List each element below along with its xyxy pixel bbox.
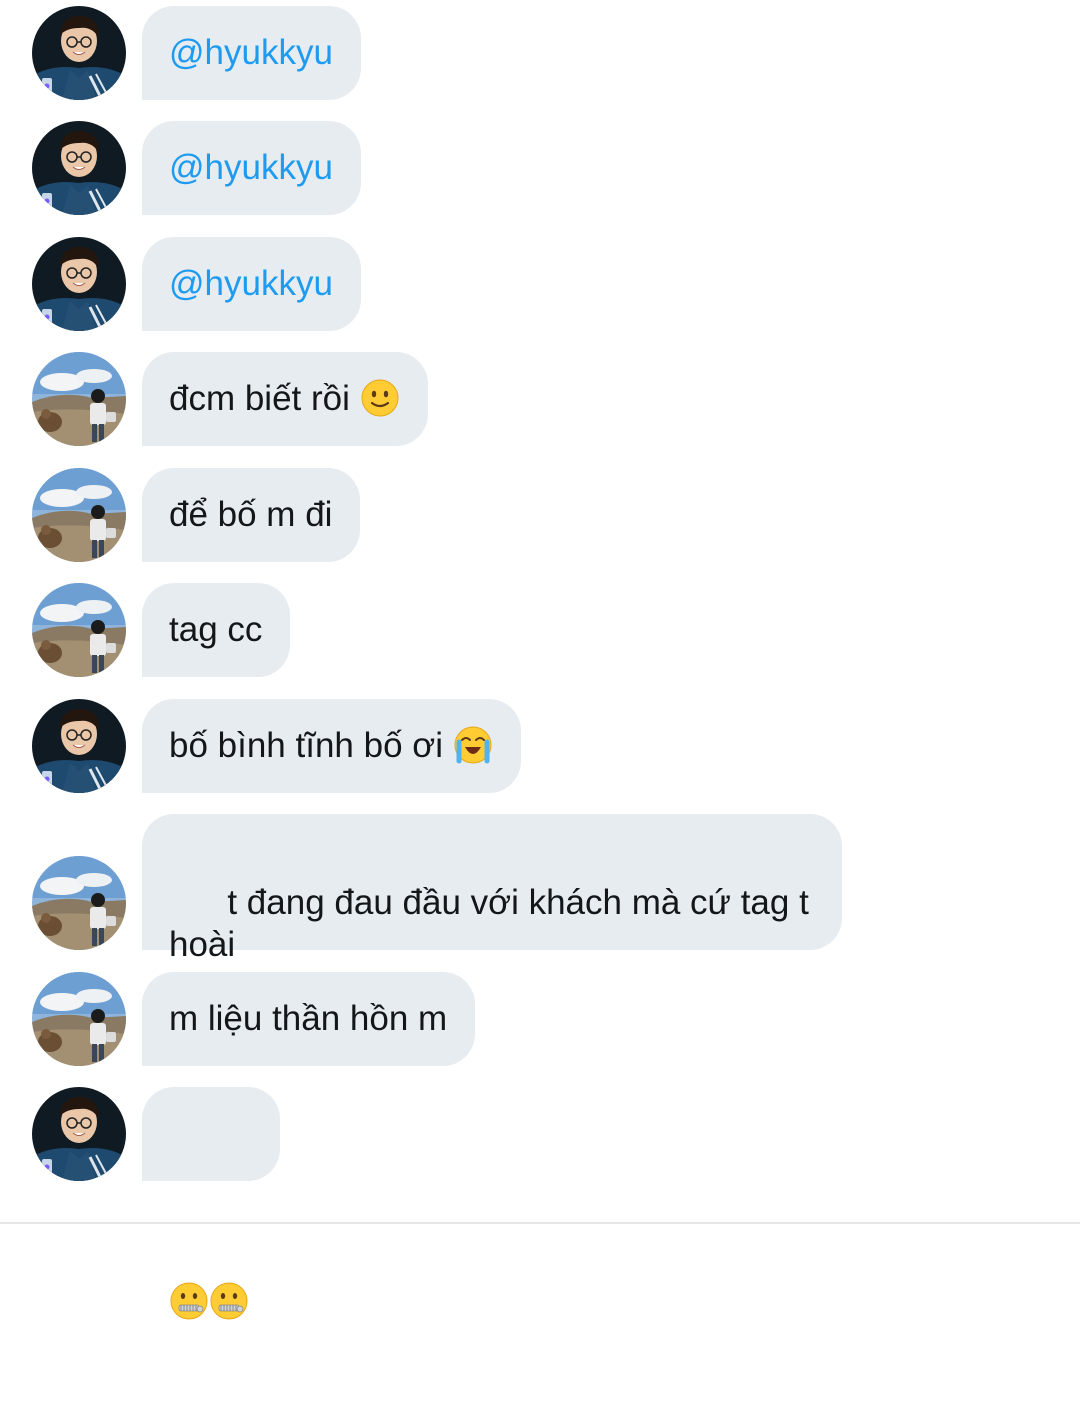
- message-bubble[interactable]: @hyukkyu: [142, 237, 361, 331]
- message-bubble[interactable]: tag cc: [142, 583, 291, 677]
- avatar[interactable]: [32, 699, 126, 793]
- message-bubble[interactable]: để bố m đi: [142, 468, 361, 562]
- message-text: m liệu thần hồn m: [169, 999, 448, 1038]
- message-thread: @hyukkyu @hyukkyu @hyukkyu đcm biết rồi …: [0, 0, 1080, 1320]
- message-text: t đang đau đầu với khách mà cứ tag t hoà…: [169, 883, 809, 964]
- avatar[interactable]: [32, 468, 126, 562]
- message-bubble[interactable]: bố bình tĩnh bố ơi: [142, 699, 521, 793]
- message-text: tag cc: [169, 610, 263, 649]
- divider: [0, 1222, 1080, 1224]
- message-text: đcm biết rồi: [169, 379, 350, 418]
- avatar[interactable]: [32, 6, 126, 100]
- avatar[interactable]: [32, 583, 126, 677]
- avatar[interactable]: [32, 352, 126, 446]
- mention-link[interactable]: @hyukkyu: [169, 264, 333, 303]
- zipper-mouth-face-icon: [209, 1197, 249, 1320]
- loudly-crying-face-icon: [453, 725, 493, 765]
- message-text: bố bình tĩnh bố ơi: [169, 726, 443, 765]
- message-text: để bố m đi: [169, 495, 333, 534]
- avatar[interactable]: [32, 856, 126, 950]
- avatar[interactable]: [32, 1087, 126, 1181]
- zipper-mouth-face-icon: [169, 1197, 209, 1320]
- mention-link[interactable]: @hyukkyu: [169, 148, 333, 187]
- avatar[interactable]: [32, 972, 126, 1066]
- avatar[interactable]: [32, 237, 126, 331]
- message-bubble[interactable]: @hyukkyu: [142, 121, 361, 215]
- mention-link[interactable]: @hyukkyu: [169, 33, 333, 72]
- message-bubble[interactable]: t đang đau đầu với khách mà cứ tag t hoà…: [142, 814, 842, 964]
- message-bubble[interactable]: m liệu thần hồn m: [142, 972, 476, 1066]
- message-bubble[interactable]: [142, 1087, 280, 1320]
- message-bubble[interactable]: @hyukkyu: [142, 6, 361, 100]
- message-bubble[interactable]: đcm biết rồi: [142, 352, 428, 446]
- slightly-smiling-face-icon: [360, 378, 400, 418]
- avatar[interactable]: [32, 121, 126, 215]
